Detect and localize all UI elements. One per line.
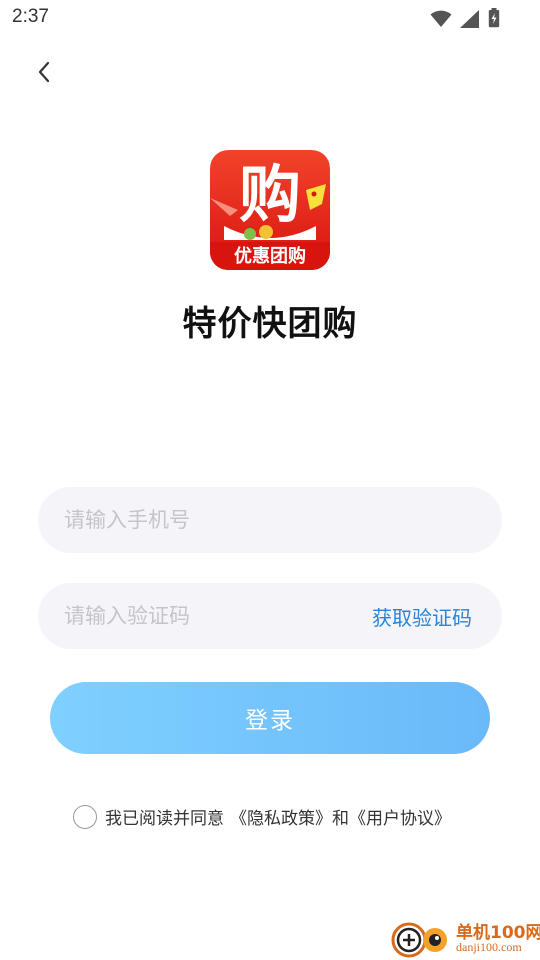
battery-charging-icon [488,8,500,28]
agreement-prefix: 我已阅读并同意 [105,809,224,829]
login-screen: 2:37 购 优惠团购 特价快团购 请输入手机号 请输入验证码 获取验证码 登录… [0,0,540,960]
code-field: 获取验证码 [38,583,502,649]
watermark: 单机100网 danji100.com [390,916,540,960]
status-time: 2:37 [12,6,49,27]
app-logo: 购 优惠团购 [210,150,330,270]
agree-checkbox[interactable] [73,804,97,829]
status-icons [430,8,500,28]
svg-text:购: 购 [239,158,301,231]
user-agreement-link[interactable]: 《用户协议》 [349,804,451,829]
phone-field [38,487,502,553]
svg-text:优惠团购: 优惠团购 [234,245,306,267]
status-bar: 2:37 [0,0,540,36]
cell-signal-icon [460,10,479,28]
phone-input[interactable] [38,487,502,553]
app-title: 特价快团购 [182,304,358,344]
watermark-url: danji100.com [456,940,522,954]
agreement-conjunction: 和 [332,809,349,829]
chevron-left-icon [38,61,50,83]
get-code-button[interactable]: 获取验证码 [372,602,502,631]
watermark-logo-icon [391,922,447,958]
login-button[interactable]: 登录 [50,682,490,754]
privacy-policy-link[interactable]: 《隐私政策》 [230,804,332,829]
back-button[interactable] [24,52,64,92]
agreement-row: 我已阅读并同意 《隐私政策》 和 《用户协议》 [73,804,451,829]
verification-code-input[interactable] [38,583,372,649]
wifi-icon [430,10,452,27]
